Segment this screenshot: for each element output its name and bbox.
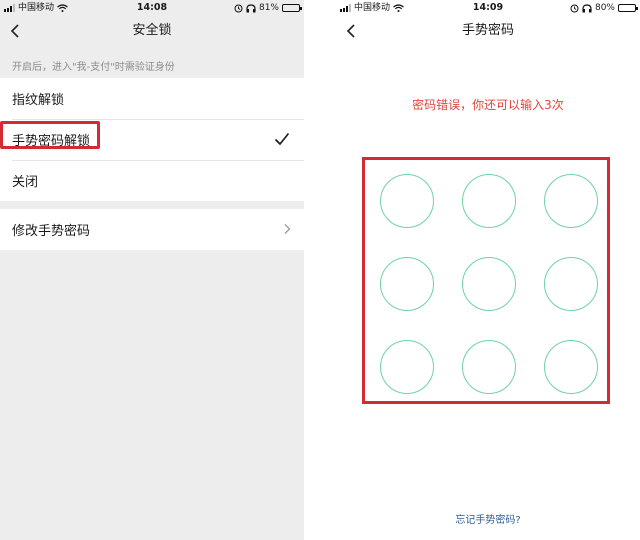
- gesture-dot[interactable]: [380, 340, 434, 394]
- battery-percent: 81%: [258, 3, 279, 13]
- alarm-icon: [570, 4, 579, 12]
- option-label: 指纹解锁: [12, 93, 65, 108]
- headphones-icon: [582, 3, 592, 12]
- gesture-dot[interactable]: [380, 174, 434, 228]
- battery-icon: [618, 4, 638, 12]
- gesture-dot[interactable]: [380, 257, 434, 311]
- option-label: 关闭: [12, 175, 39, 190]
- headphones-icon: [246, 3, 256, 12]
- modify-gesture-password-item[interactable]: 修改手势密码: [0, 209, 304, 250]
- modify-label: 修改手势密码: [12, 224, 91, 239]
- status-bar: 中国移动 14:09 80%: [336, 0, 640, 16]
- checkmark-icon: [274, 132, 290, 146]
- gesture-password-screen: 中国移动 14:09 80% 手势密码 密码错误，你还可以输入3次 忘记手势密码…: [336, 0, 640, 540]
- page-title: 手势密码: [461, 23, 514, 38]
- option-close[interactable]: 关闭: [0, 160, 304, 201]
- gesture-dot[interactable]: [544, 340, 598, 394]
- battery-percent: 80%: [594, 3, 615, 13]
- error-message: 密码错误，你还可以输入3次: [412, 98, 564, 112]
- gesture-dot[interactable]: [462, 257, 516, 311]
- gesture-dot[interactable]: [544, 257, 598, 311]
- nav-bar: 安全锁: [0, 16, 304, 46]
- gesture-dot[interactable]: [462, 174, 516, 228]
- battery-icon: [282, 4, 302, 12]
- page-title: 安全锁: [132, 23, 172, 38]
- alarm-icon: [234, 4, 243, 12]
- status-bar: 中国移动 14:08 81%: [0, 0, 304, 16]
- unlock-options-group: 指纹解锁 手势密码解锁 关闭: [0, 78, 304, 201]
- security-lock-screen: 中国移动 14:08 81% 安全锁 开启后，进入"我-支付"时需验证身份 指纹…: [0, 0, 304, 540]
- option-gesture-unlock[interactable]: 手势密码解锁: [0, 119, 304, 160]
- gesture-dot[interactable]: [544, 174, 598, 228]
- forgot-gesture-password-link[interactable]: 忘记手势密码?: [336, 511, 640, 526]
- gesture-pattern-grid[interactable]: [362, 157, 610, 404]
- modify-group: 修改手势密码: [0, 209, 304, 250]
- chevron-right-icon: [284, 224, 291, 234]
- gesture-dot[interactable]: [462, 340, 516, 394]
- nav-bar: 手势密码: [336, 16, 640, 46]
- option-label: 手势密码解锁: [12, 134, 91, 149]
- section-hint: 开启后，进入"我-支付"时需验证身份: [12, 62, 175, 73]
- option-fingerprint-unlock[interactable]: 指纹解锁: [0, 78, 304, 119]
